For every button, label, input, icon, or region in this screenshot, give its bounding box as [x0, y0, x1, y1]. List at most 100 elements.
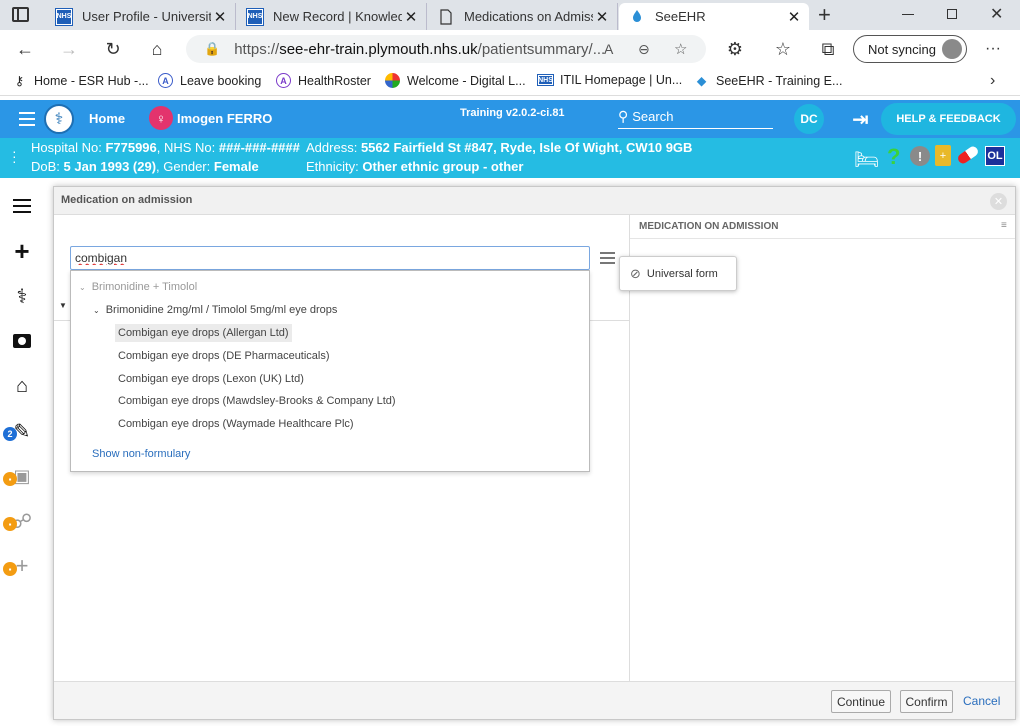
bookmark-esr[interactable]: ⚷ Home - ESR Hub -... — [12, 73, 149, 89]
search-results-dropdown: ⌄ Brimonidine + Timolol ⌄ Brimonidine 2mg/… — [70, 270, 590, 472]
home-link[interactable]: Home — [89, 111, 125, 126]
results-subgroup[interactable]: ⌄ Brimonidine 2mg/ml / Timolol 5mg/ml eye… — [93, 304, 337, 316]
nhs-icon: NHS — [55, 7, 73, 26]
hospital-icon[interactable]: ⌂ — [8, 372, 36, 400]
favorites-icon[interactable]: ☆ — [770, 36, 796, 62]
bookmark-itil[interactable]: NHS ITIL Homepage | Un... — [537, 73, 682, 87]
seeehr-logo-icon — [633, 9, 641, 22]
result-item[interactable]: Combigan eye drops (Waymade Healthcare P… — [118, 418, 354, 430]
hospital-number: F775996 — [105, 140, 157, 155]
lock-badge-icon: ▪ — [3, 472, 17, 486]
group-label: Brimonidine + Timolol — [91, 281, 198, 293]
home-icon[interactable]: ⌂ — [144, 36, 170, 62]
patient-name[interactable]: Imogen FERRO — [177, 111, 272, 126]
left-sidebar: + ⚕ ⌂ ✎ 2 ▣ ▪ ☍ ▪ + ▪ — [0, 178, 44, 726]
collapse-caret-icon[interactable]: ▼ — [59, 301, 67, 310]
ethnicity-label: Ethnicity: — [306, 159, 359, 174]
dob-info: DoB: 5 Jan 1993 (29), Gender: Female — [31, 159, 259, 174]
modal-close-icon[interactable]: ✕ — [990, 193, 1007, 210]
restore-icon[interactable] — [947, 9, 957, 19]
clipboard-icon[interactable]: + — [935, 145, 951, 166]
lock-badge-icon: ▪ — [3, 562, 17, 576]
bookmarks-bar: ⚷ Home - ESR Hub -... A Leave booking A Hea… — [0, 68, 1020, 96]
refresh-icon[interactable]: ↻ — [100, 36, 126, 62]
universal-form-label: Universal form — [646, 267, 718, 280]
cancel-link[interactable]: Cancel — [963, 694, 1000, 708]
result-item[interactable]: Combigan eye drops (DE Pharmaceuticals) — [118, 350, 330, 362]
alert-icon[interactable]: ! — [910, 146, 930, 166]
help-feedback-button[interactable]: HELP & FEEDBACK — [881, 103, 1016, 135]
a-logo-icon: A — [158, 73, 173, 88]
results-group[interactable]: ⌄ Brimonidine + Timolol — [79, 281, 197, 293]
tab-user-profile[interactable]: NHS User Profile - University ✕ — [46, 3, 236, 30]
extensions-icon[interactable]: ⚙ — [722, 36, 748, 62]
more-icon[interactable]: ··· — [980, 36, 1006, 62]
zoom-icon[interactable]: ⊖ — [638, 41, 650, 58]
close-icon[interactable]: ✕ — [785, 8, 803, 26]
search-button[interactable]: ⚲ Search — [618, 105, 773, 129]
back-icon[interactable]: ← — [12, 36, 38, 62]
close-icon[interactable]: ✕ — [593, 8, 611, 26]
forward-icon[interactable]: → — [56, 36, 82, 62]
address-label: Address: — [306, 140, 358, 155]
bookmark-seeehr[interactable]: ◆ SeeEHR - Training E... — [694, 73, 843, 89]
bookmark-label: Home - ESR Hub -... — [34, 73, 149, 88]
chevron-right-icon[interactable]: › — [990, 72, 995, 90]
bookmark-label: HealthRoster — [298, 73, 371, 88]
bookmark-healthroster[interactable]: A HealthRoster — [276, 73, 371, 88]
favorite-add-icon[interactable]: ☆ — [674, 40, 687, 58]
stethoscope-icon[interactable]: ⚕ — [8, 282, 36, 310]
minimize-icon[interactable] — [902, 14, 914, 15]
url-field[interactable]: 🔒 https://see-ehr-train.plymouth.nhs.uk /… — [186, 35, 706, 63]
search-menu-icon[interactable] — [600, 252, 615, 264]
result-item[interactable]: Combigan eye drops (Mawdsley-Brooks & Co… — [118, 395, 396, 407]
ethnicity-value: Other ethnic group - other — [362, 159, 524, 174]
bookmark-leave[interactable]: A Leave booking — [158, 73, 261, 88]
bookmark-welcome[interactable]: Welcome - Digital L... — [385, 73, 526, 88]
banner-menu-icon[interactable]: · · · — [12, 144, 17, 168]
close-icon[interactable]: ✕ — [211, 8, 229, 26]
window-close-icon[interactable]: ✕ — [990, 4, 1003, 24]
search-icon: ⚲ — [618, 108, 629, 124]
collections-icon[interactable]: ⧉ — [815, 36, 841, 62]
url-domain: see-ehr-train.plymouth.nhs.uk — [279, 40, 478, 58]
add-icon[interactable]: + — [8, 236, 36, 266]
sync-button[interactable]: Not syncing — [853, 35, 967, 63]
show-non-formulary-link[interactable]: Show non-formulary — [92, 448, 190, 460]
camera-icon[interactable] — [8, 327, 36, 355]
result-item[interactable]: Combigan eye drops (Lexon (UK) Ltd) — [118, 373, 304, 385]
dob-value: 5 Jan 1993 (29) — [63, 159, 157, 174]
hamburger-menu-icon[interactable] — [19, 112, 35, 126]
tab-seeehr[interactable]: SeeEHR ✕ — [619, 3, 809, 30]
continue-button[interactable]: Continue — [831, 690, 891, 713]
nhs-logo-icon: ⚕ — [44, 104, 74, 134]
right-panel-header: MEDICATION ON ADMISSION ≡ — [630, 215, 1015, 239]
nhs-number: ###-###-#### — [218, 140, 300, 155]
seeehr-logo-icon: ◆ — [696, 74, 707, 88]
hospital-info: Hospital No: F775996, NHS No: ###-###-##… — [31, 140, 300, 155]
url-path: /patientsummary/... — [477, 40, 606, 58]
ethnicity-info: Ethnicity: Other ethnic group - other — [306, 159, 523, 174]
close-icon[interactable]: ✕ — [402, 8, 420, 26]
result-item-selected[interactable]: Combigan eye drops (Allergan Ltd) — [115, 324, 292, 342]
list-icon[interactable] — [8, 192, 36, 220]
logout-icon[interactable]: ⇥ — [852, 107, 869, 132]
confirm-button[interactable]: Confirm — [900, 690, 953, 713]
new-tab-icon[interactable]: + — [818, 2, 831, 28]
window-menu-icon[interactable] — [12, 7, 29, 22]
read-aloud-icon[interactable]: A — [604, 41, 613, 57]
gender-value: Female — [213, 159, 259, 174]
medication-search-input[interactable] — [70, 246, 590, 270]
bed-icon[interactable]: 🛏 — [854, 147, 879, 172]
chevron-down-icon: ⌄ — [93, 306, 100, 315]
pill-icon[interactable] — [956, 144, 980, 166]
ol-badge[interactable]: OL — [985, 146, 1005, 166]
panel-menu-icon[interactable]: ≡ — [1001, 220, 1007, 231]
question-icon[interactable]: ? — [887, 144, 900, 170]
pill-add-icon: ⊘ — [630, 265, 641, 281]
address-value: 5562 Fairfield St #847, Ryde, Isle Of Wi… — [360, 140, 693, 155]
tab-medications[interactable]: Medications on Admiss ✕ — [428, 3, 618, 30]
tab-new-record[interactable]: NHS New Record | Knowledg ✕ — [237, 3, 427, 30]
user-avatar[interactable]: DC — [794, 104, 824, 134]
universal-form-button[interactable]: ⊘ Universal form — [619, 256, 737, 291]
